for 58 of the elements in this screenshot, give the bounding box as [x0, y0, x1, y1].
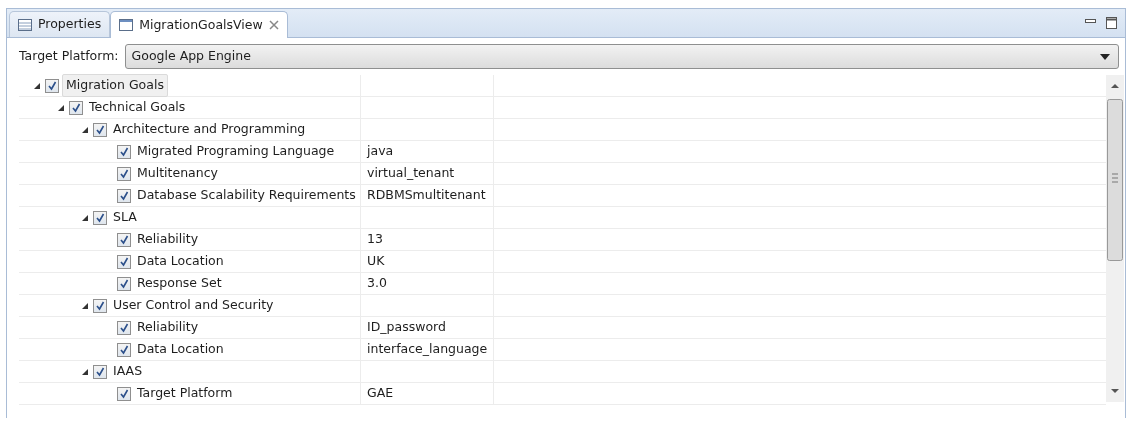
checkbox[interactable] — [117, 342, 131, 357]
checkbox[interactable] — [117, 254, 131, 269]
checkbox[interactable] — [69, 100, 83, 115]
expanded-icon[interactable] — [81, 301, 89, 310]
tree-item-label[interactable]: SLA — [110, 207, 140, 228]
tree-item-label[interactable]: Technical Goals — [86, 97, 189, 118]
platform-dropdown[interactable]: Google App Engine — [124, 44, 1119, 69]
tree-item-value: java — [367, 142, 394, 161]
checkbox[interactable] — [45, 78, 59, 93]
tree-item-label[interactable]: User Control and Security — [110, 295, 277, 316]
expanded-icon[interactable] — [33, 81, 41, 90]
tree-item-value: virtual_tenant — [367, 164, 455, 183]
tree-item-label[interactable]: Database Scalability Requirements — [134, 185, 359, 206]
tree-item-label[interactable]: Multitenancy — [134, 163, 221, 184]
checkbox[interactable] — [117, 276, 131, 291]
expanded-icon[interactable] — [81, 367, 89, 376]
table-icon — [18, 18, 32, 31]
expanded-icon[interactable] — [81, 213, 89, 222]
tree-item-label[interactable]: IAAS — [110, 361, 146, 382]
tree-item-label[interactable]: Reliability — [134, 229, 202, 250]
checkbox[interactable] — [117, 232, 131, 247]
scrollbar[interactable] — [1106, 75, 1124, 402]
checkbox[interactable] — [117, 166, 131, 181]
maximize-icon[interactable] — [1106, 17, 1117, 29]
window-icon — [119, 19, 134, 31]
tree-item-label[interactable]: Migration Goals — [62, 74, 168, 97]
tree-item-value: GAE — [367, 384, 394, 403]
checkbox[interactable] — [93, 364, 107, 379]
checkbox[interactable] — [93, 210, 107, 225]
caret-icon — [1100, 53, 1110, 60]
checkbox[interactable] — [117, 188, 131, 203]
tree-item-label[interactable]: Data Location — [134, 339, 227, 360]
checkbox[interactable] — [117, 144, 131, 159]
scroll-thumb[interactable] — [1107, 99, 1123, 261]
tree-item-value: 13 — [367, 230, 383, 249]
tree-item-label[interactable]: Response Set — [134, 273, 225, 294]
field-label: Target Platform: — [19, 47, 119, 66]
checkbox[interactable] — [93, 298, 107, 313]
checkbox[interactable] — [117, 320, 131, 335]
tree-item-value: UK — [367, 252, 385, 271]
scroll-down-icon[interactable] — [1110, 388, 1120, 394]
tab[interactable]: Properties — [9, 11, 111, 37]
tree-item-label[interactable]: Architecture and Programming — [110, 119, 309, 140]
close-icon[interactable] — [268, 20, 279, 30]
tree-item-label[interactable]: Migrated Programing Language — [134, 141, 338, 162]
checkbox[interactable] — [93, 122, 107, 137]
expanded-icon[interactable] — [81, 125, 89, 134]
tree-item-label[interactable]: Target Platform — [134, 383, 236, 404]
tree-item-label[interactable]: Reliability — [134, 317, 202, 338]
tab[interactable]: MigrationGoalsView — [110, 11, 288, 38]
expanded-icon[interactable] — [57, 103, 65, 112]
checkbox[interactable] — [117, 386, 131, 401]
tree-item-value: ID_password — [367, 318, 446, 337]
tree-item-value: RDBMSmultitenant — [367, 186, 486, 205]
scroll-up-icon[interactable] — [1110, 83, 1120, 89]
tree-item-label[interactable]: Data Location — [134, 251, 227, 272]
tree-item-value: 3.0 — [367, 274, 387, 293]
tree-item-value: interface_language — [367, 340, 488, 359]
